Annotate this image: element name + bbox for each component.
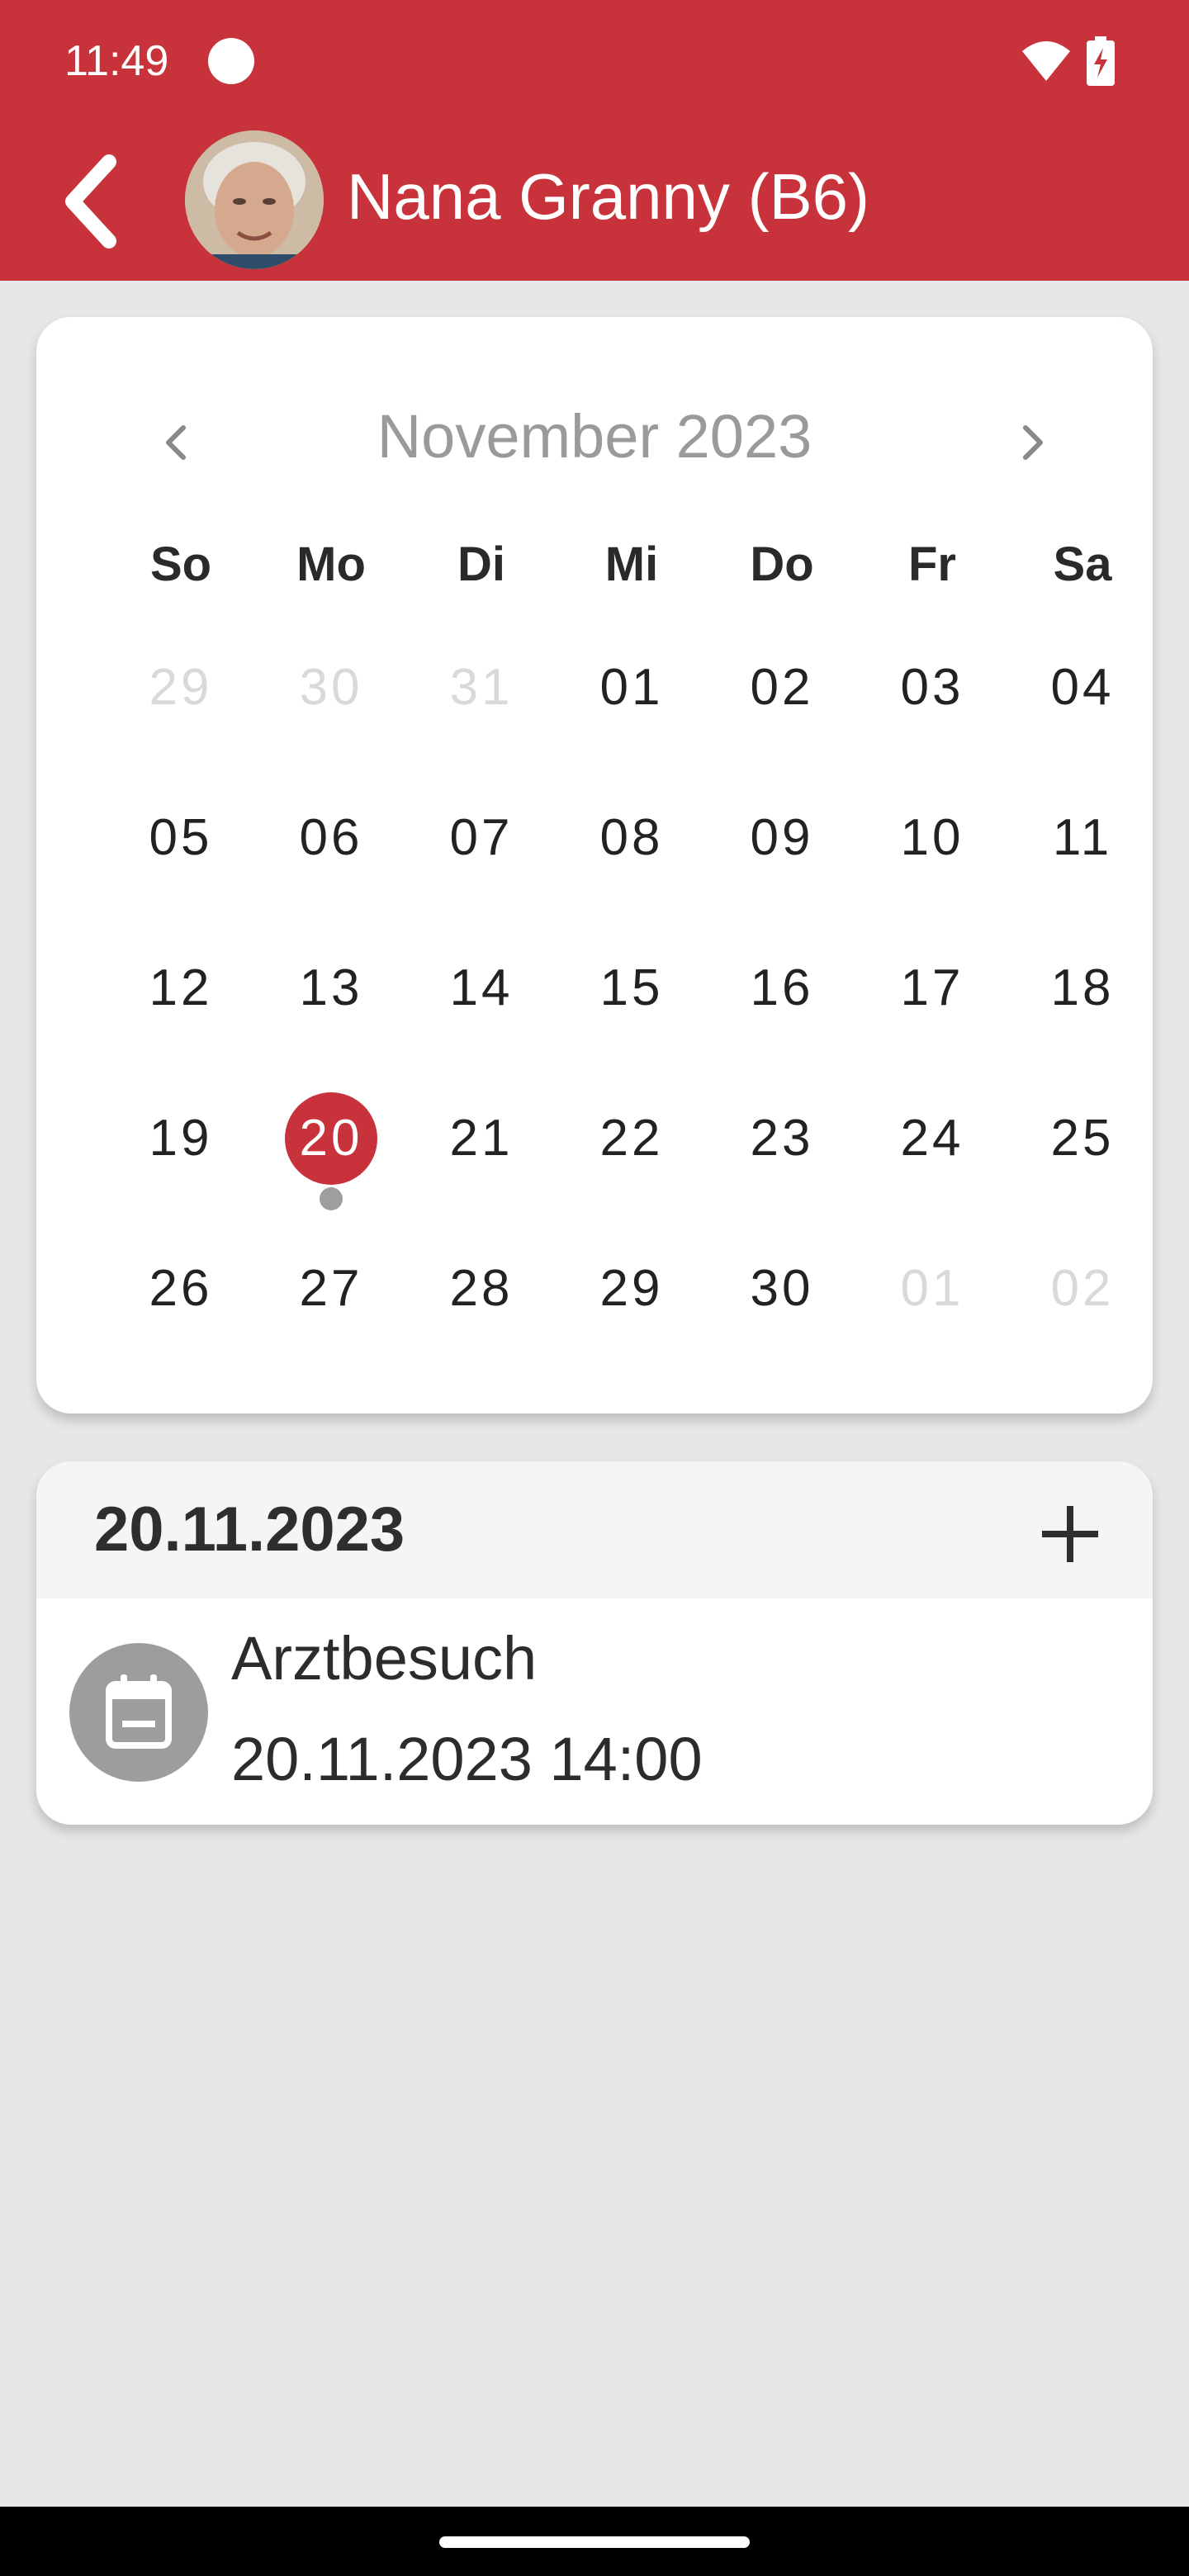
day-cell[interactable]: 25 — [1007, 1063, 1158, 1214]
day-number: 01 — [599, 659, 664, 716]
battery-charging-icon — [1087, 36, 1115, 86]
day-cell[interactable]: 18 — [1007, 913, 1158, 1063]
add-event-button[interactable] — [1037, 1501, 1103, 1567]
day-number: 29 — [149, 659, 213, 716]
day-number: 31 — [449, 659, 514, 716]
day-number: 29 — [599, 1260, 664, 1317]
day-cell[interactable]: 17 — [857, 913, 1007, 1063]
day-number: 28 — [449, 1260, 514, 1317]
home-indicator[interactable] — [439, 2536, 750, 2548]
day-cell[interactable]: 21 — [406, 1063, 557, 1214]
day-number: 08 — [599, 809, 664, 866]
day-cell[interactable]: 13 — [256, 913, 406, 1063]
day-cell-selected[interactable]: 20 — [256, 1063, 406, 1214]
weekday-header: Fr — [908, 540, 956, 581]
weekday-header: So — [149, 540, 212, 581]
back-button[interactable] — [50, 149, 132, 256]
day-cell[interactable]: 22 — [557, 1063, 707, 1214]
status-time: 11:49 — [64, 37, 169, 85]
day-number: 19 — [149, 1110, 213, 1167]
day-cell[interactable]: 30 — [256, 613, 406, 763]
events-card: 20.11.2023 Arztbesuch 20.11.2023 14:00 — [36, 1461, 1153, 1825]
weekday-header: Di — [457, 540, 505, 581]
day-number: 17 — [900, 959, 964, 1016]
day-cell[interactable]: 11 — [1007, 763, 1158, 913]
day-number: 06 — [299, 809, 363, 866]
event-title: Arztbesuch — [231, 1624, 538, 1693]
day-cell[interactable]: 09 — [707, 763, 857, 913]
day-number: 03 — [900, 659, 964, 716]
day-cell[interactable]: 03 — [857, 613, 1007, 763]
avatar[interactable] — [185, 130, 324, 269]
day-cell[interactable]: 07 — [406, 763, 557, 913]
weekday-header: Mi — [604, 540, 659, 581]
event-datetime: 20.11.2023 14:00 — [231, 1725, 703, 1793]
day-number: 10 — [900, 809, 964, 866]
day-number: 01 — [900, 1260, 964, 1317]
day-number: 12 — [149, 959, 213, 1016]
day-number: 13 — [299, 959, 363, 1016]
wifi-icon — [1022, 41, 1070, 81]
day-number: 07 — [449, 809, 514, 866]
day-cell[interactable]: 05 — [106, 763, 256, 913]
day-cell[interactable]: 04 — [1007, 613, 1158, 763]
day-cell[interactable]: 10 — [857, 763, 1007, 913]
day-cell[interactable]: 26 — [106, 1214, 256, 1364]
day-number: 24 — [900, 1110, 964, 1167]
day-cell[interactable]: 30 — [707, 1214, 857, 1364]
day-cell[interactable]: 12 — [106, 913, 256, 1063]
day-number: 04 — [1050, 659, 1115, 716]
day-cell[interactable]: 06 — [256, 763, 406, 913]
app-header: 11:49 Nana Granny (B6) — [0, 0, 1189, 281]
day-cell[interactable]: 01 — [557, 613, 707, 763]
day-number: 25 — [1050, 1110, 1115, 1167]
day-number: 18 — [1050, 959, 1115, 1016]
day-cell[interactable]: 02 — [707, 613, 857, 763]
page-title: Nana Granny (B6) — [347, 160, 869, 233]
day-cell[interactable]: 24 — [857, 1063, 1007, 1214]
day-number: 02 — [750, 659, 814, 716]
day-cell[interactable]: 27 — [256, 1214, 406, 1364]
day-number: 22 — [599, 1110, 664, 1167]
day-cell[interactable]: 29 — [106, 613, 256, 763]
day-number: 16 — [750, 959, 814, 1016]
notification-dot-icon — [208, 38, 254, 84]
day-number: 27 — [299, 1260, 363, 1317]
weekday-header: Do — [750, 540, 814, 581]
avatar-portrait-icon — [185, 130, 324, 269]
day-number: 30 — [299, 659, 363, 716]
day-number: 09 — [750, 809, 814, 866]
day-number: 23 — [750, 1110, 814, 1167]
day-cell[interactable]: 23 — [707, 1063, 857, 1214]
weekday-header: Mo — [296, 540, 366, 581]
calendar-card: November 2023 So Mo Di Mi Do Fr Sa 29 30 3… — [36, 317, 1153, 1413]
day-cell[interactable]: 15 — [557, 913, 707, 1063]
day-cell[interactable]: 28 — [406, 1214, 557, 1364]
day-cell[interactable]: 16 — [707, 913, 857, 1063]
event-indicator-dot — [320, 1187, 343, 1210]
day-cell[interactable]: 31 — [406, 613, 557, 763]
event-icon-badge — [69, 1643, 208, 1782]
day-number: 26 — [149, 1260, 213, 1317]
day-cell[interactable]: 29 — [557, 1214, 707, 1364]
next-month-button[interactable] — [999, 410, 1065, 476]
day-cell[interactable]: 02 — [1007, 1214, 1158, 1364]
day-number: 05 — [149, 809, 213, 866]
event-list-item[interactable]: Arztbesuch 20.11.2023 14:00 — [36, 1598, 1153, 1825]
day-cell[interactable]: 14 — [406, 913, 557, 1063]
selected-date-label: 20.11.2023 — [94, 1494, 405, 1565]
day-cell[interactable]: 19 — [106, 1063, 256, 1214]
day-number: 11 — [1052, 809, 1113, 866]
day-number: 30 — [750, 1260, 814, 1317]
day-number: 15 — [599, 959, 664, 1016]
calendar-icon — [106, 1674, 172, 1749]
month-title: November 2023 — [377, 402, 812, 471]
day-number: 02 — [1050, 1260, 1115, 1317]
day-cell[interactable]: 01 — [857, 1214, 1007, 1364]
day-number: 14 — [449, 959, 514, 1016]
weekday-header: Sa — [1053, 540, 1112, 581]
day-number: 21 — [449, 1110, 514, 1167]
day-cell[interactable]: 08 — [557, 763, 707, 913]
events-header: 20.11.2023 — [36, 1461, 1153, 1598]
